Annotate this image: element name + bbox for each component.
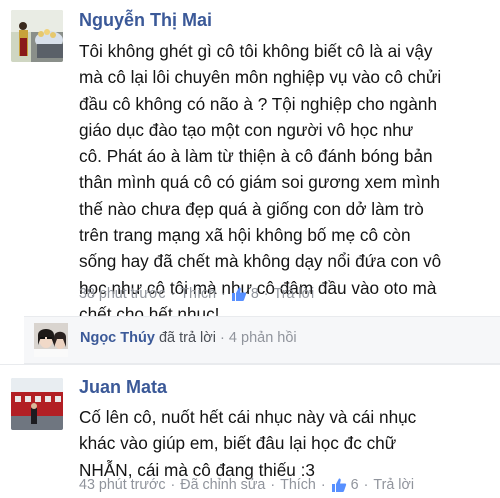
profile-photo bbox=[11, 10, 63, 62]
reply-author-name[interactable]: Ngọc Thúy bbox=[80, 330, 155, 346]
divider bbox=[0, 364, 500, 365]
separator-dot: · bbox=[270, 477, 276, 493]
reply-summary-text[interactable]: Ngọc Thúy đã trả lời · 4 phản hồi bbox=[80, 330, 297, 346]
reply-verb: đã trả lời bbox=[158, 330, 217, 346]
comment-meta: 43 phút trước · Đã chỉnh sửa · Thích · 6… bbox=[79, 477, 414, 493]
replies-summary[interactable]: Ngọc Thúy đã trả lời · 4 phản hồi bbox=[24, 316, 500, 364]
comment-author-name[interactable]: Nguyễn Thị Mai bbox=[79, 10, 212, 31]
avatar[interactable] bbox=[11, 10, 63, 62]
separator-dot: · bbox=[170, 286, 176, 302]
comment-text: Cố lên cô, nuốt hết cái nhục này và cái … bbox=[79, 407, 417, 480]
separator-dot: · bbox=[363, 477, 369, 493]
reply-avatar[interactable] bbox=[34, 323, 68, 357]
avatar[interactable] bbox=[11, 378, 63, 430]
timestamp-link[interactable]: 38 phút trước bbox=[79, 286, 166, 302]
comment-text: Tôi không ghét gì cô tôi không biết cô l… bbox=[79, 41, 442, 324]
separator-dot: · bbox=[263, 286, 269, 302]
comment-meta: 38 phút trước · Thích · 8 · Trả lời bbox=[79, 286, 314, 302]
separator-dot: · bbox=[170, 477, 176, 493]
like-button[interactable]: Thích bbox=[180, 286, 216, 302]
like-count[interactable]: 8 bbox=[251, 286, 259, 302]
separator-dot: · bbox=[221, 286, 226, 302]
comment-author-name[interactable]: Juan Mata bbox=[79, 377, 167, 398]
reply-button[interactable]: Trả lời bbox=[274, 286, 315, 302]
separator-dot: · bbox=[220, 330, 229, 346]
reply-count[interactable]: 4 phản hồi bbox=[229, 330, 297, 346]
edited-label[interactable]: Đã chỉnh sửa bbox=[180, 477, 265, 493]
like-count[interactable]: 6 bbox=[351, 477, 359, 493]
profile-photo bbox=[34, 323, 68, 357]
like-button[interactable]: Thích bbox=[280, 477, 316, 493]
profile-photo bbox=[11, 378, 63, 430]
thumbs-up-icon[interactable] bbox=[231, 286, 247, 302]
timestamp-link[interactable]: 43 phút trước bbox=[79, 477, 166, 493]
thumbs-up-icon[interactable] bbox=[331, 477, 347, 493]
reply-button[interactable]: Trả lời bbox=[373, 477, 414, 493]
separator-dot: · bbox=[320, 477, 326, 493]
